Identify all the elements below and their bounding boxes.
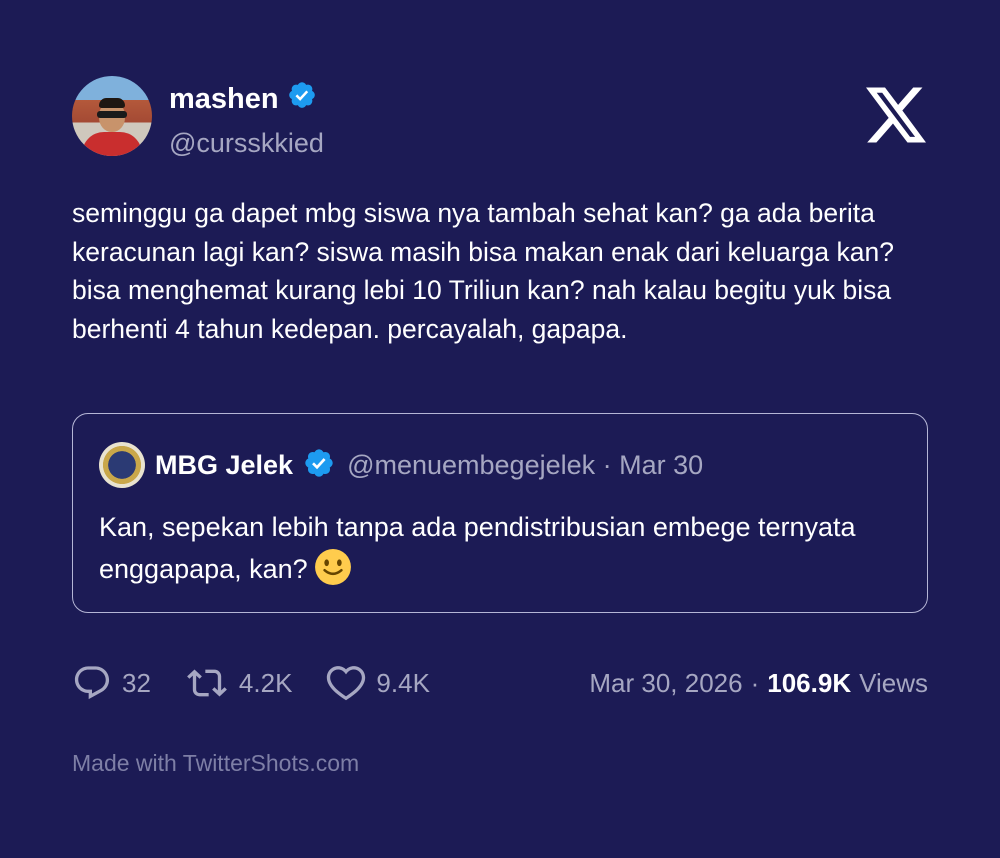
retweet-button[interactable]: 4.2K bbox=[185, 663, 293, 703]
like-count: 9.4K bbox=[376, 667, 430, 698]
quoted-tweet-body: Kan, sepekan lebih tanpa ada pendistribu… bbox=[99, 512, 856, 584]
action-bar: 32 4.2K 9.4K bbox=[72, 660, 464, 706]
x-logo-icon[interactable] bbox=[866, 87, 926, 143]
heart-icon bbox=[327, 666, 366, 701]
quoted-author-avatar[interactable] bbox=[99, 442, 145, 488]
verified-badge-icon bbox=[287, 80, 317, 118]
quoted-verified-badge-icon bbox=[303, 447, 335, 484]
tweet-date[interactable]: Mar 30, 2026 bbox=[589, 668, 742, 699]
reply-count: 32 bbox=[122, 667, 151, 698]
quoted-tweet-card[interactable]: MBG Jelek @menuembegejelek · Mar 30 Kan,… bbox=[72, 413, 928, 613]
like-button[interactable]: 9.4K bbox=[326, 663, 430, 703]
tweet-stats: Mar 30, 2026 · 106.9K Views bbox=[589, 660, 928, 706]
quoted-date[interactable]: Mar 30 bbox=[619, 450, 703, 480]
author-handle[interactable]: @cursskkied bbox=[169, 126, 324, 160]
retweet-icon bbox=[187, 669, 227, 697]
retweet-count: 4.2K bbox=[238, 667, 293, 698]
quoted-author-name[interactable]: MBG Jelek bbox=[155, 450, 293, 481]
quoted-tweet-text: Kan, sepekan lebih tanpa ada pendistribu… bbox=[99, 506, 899, 590]
views-count: 106.9K bbox=[767, 667, 852, 698]
stats-separator: · bbox=[750, 667, 760, 698]
quoted-meta: @menuembegejelek · Mar 30 bbox=[347, 450, 703, 481]
views-label: Views bbox=[859, 667, 928, 698]
quoted-separator: · bbox=[602, 449, 612, 480]
author-avatar[interactable] bbox=[72, 76, 152, 156]
slightly-smiling-face-icon bbox=[314, 548, 352, 586]
watermark-footer: Made with TwitterShots.com bbox=[72, 750, 360, 776]
author-name-row: mashen bbox=[169, 80, 317, 118]
tweet-text: seminggu ga dapet mbg siswa nya tambah s… bbox=[72, 198, 894, 344]
reply-button[interactable]: 32 bbox=[72, 663, 151, 703]
reply-icon bbox=[74, 666, 110, 700]
quoted-author-handle[interactable]: @menuembegejelek bbox=[347, 450, 595, 480]
author-name[interactable]: mashen bbox=[169, 82, 279, 116]
quoted-tweet-header: MBG Jelek @menuembegejelek · Mar 30 bbox=[99, 442, 703, 488]
